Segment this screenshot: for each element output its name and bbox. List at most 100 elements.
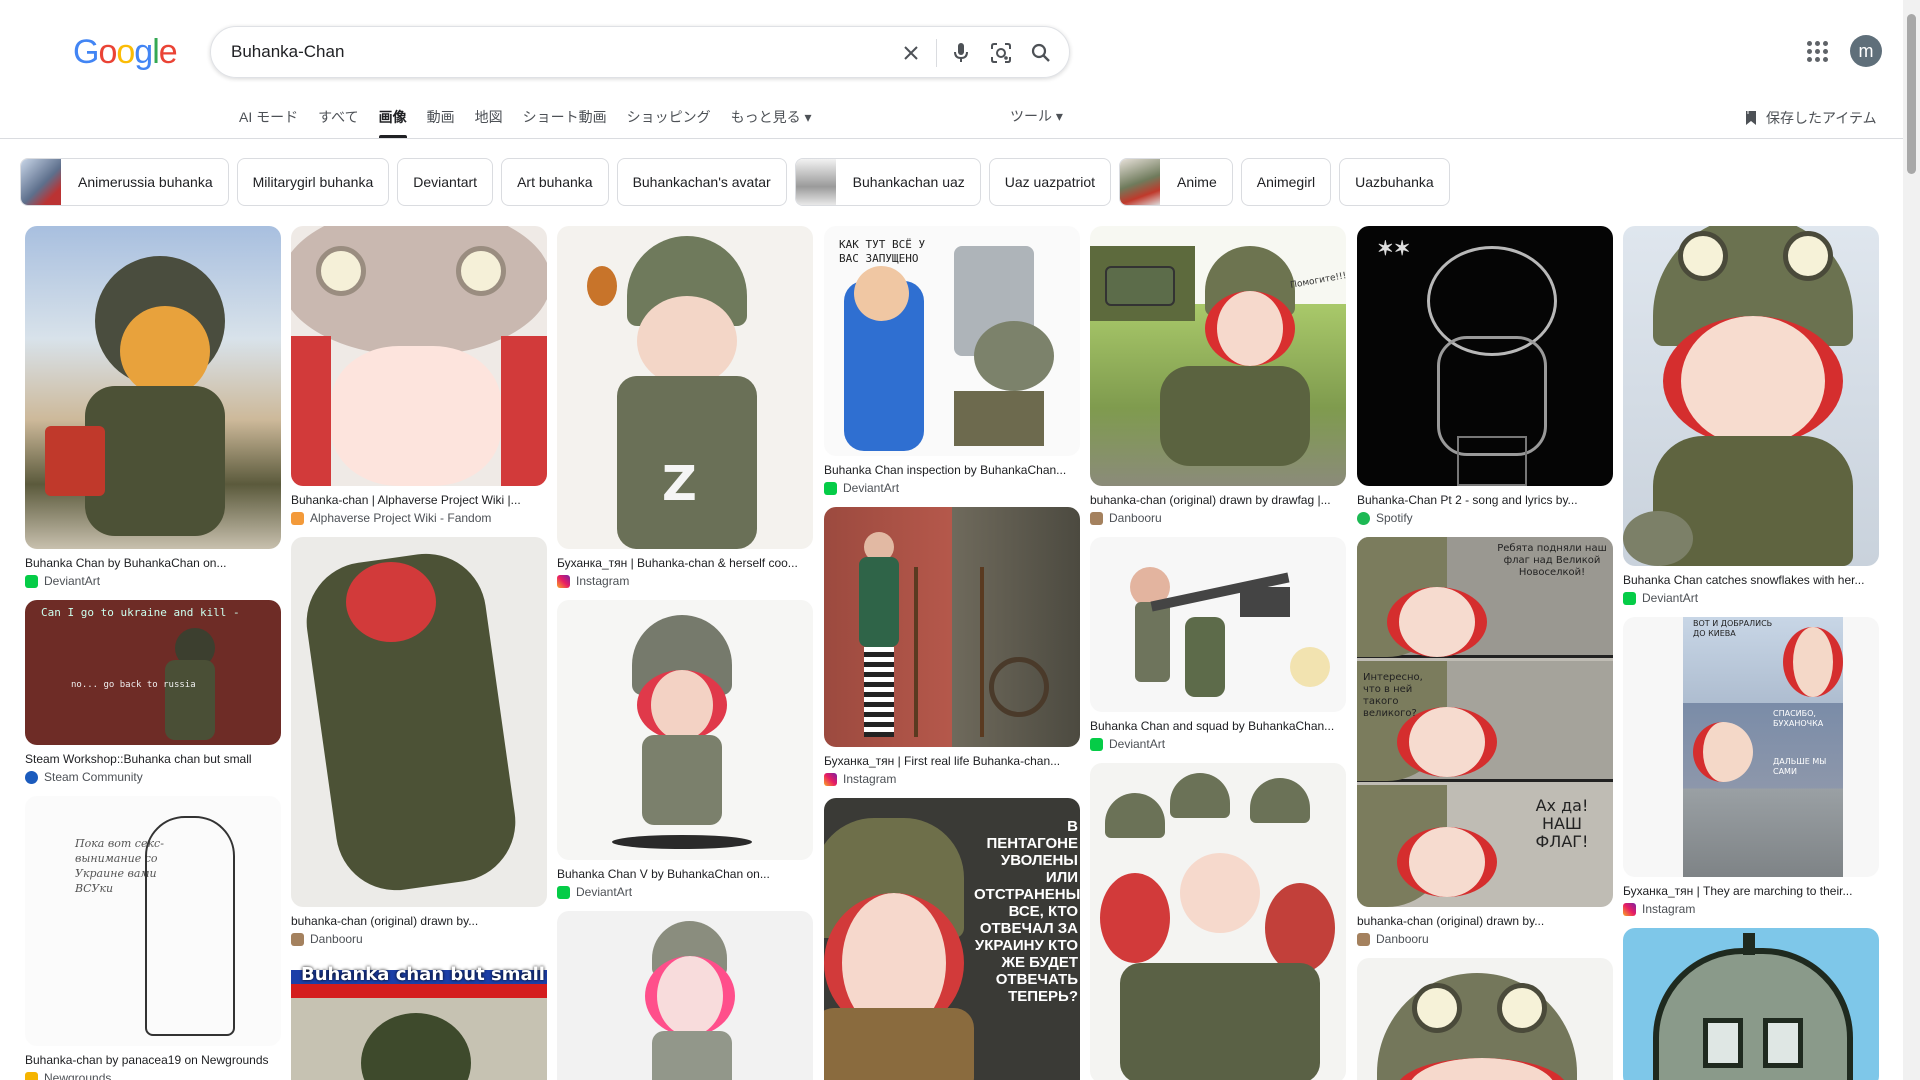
image-result[interactable] [1623,928,1879,1080]
image-result[interactable]: КАК ТУТ ВСЁ У ВАС ЗАПУЩЕНО Buhanka Chan … [824,226,1080,496]
result-caption[interactable]: Buhanka Chan V by BuhankaChan on... [557,867,813,882]
avatar[interactable]: m [1850,35,1882,67]
result-source[interactable]: DeviantArt [557,885,813,900]
result-source[interactable]: DeviantArt [25,574,281,589]
result-image[interactable]: Пока вот секс-вынимание со Украине вами … [25,796,281,1046]
result-source[interactable]: DeviantArt [1090,737,1346,752]
chip-animerussia-buhanka[interactable]: Animerussia buhanka [20,158,229,206]
image-result[interactable]: Помогите!!! buhanka-chan (original) draw… [1090,226,1346,526]
image-result[interactable]: Buhanka-chan | Alphaverse Project Wiki |… [291,226,547,526]
result-image[interactable]: Buhanka chan but small [291,958,547,1080]
result-source[interactable]: Danbooru [1090,511,1346,526]
result-caption[interactable]: Buhanka Chan catches snowflakes with her… [1623,573,1879,588]
image-result[interactable]: Z Буханка_тян | Buhanka-chan & herself c… [557,226,813,589]
google-logo[interactable]: Google [73,33,178,72]
image-result[interactable]: Buhanka chan but small [291,958,547,1080]
tab-shopping[interactable]: ショッピング [617,106,721,138]
result-caption[interactable]: Steam Workshop::Buhanka chan but small [25,752,281,767]
result-image[interactable] [1090,763,1346,1080]
result-image[interactable]: Ребята подняли наш флаг над Великой Ново… [1357,537,1613,907]
result-caption[interactable]: Buhanka Chan inspection by BuhankaChan..… [824,463,1080,478]
result-source[interactable]: Spotify [1357,511,1613,526]
chip-animegirl[interactable]: Animegirl [1240,158,1332,206]
image-result[interactable]: Буханка_тян | First real life Buhanka-ch… [824,507,1080,787]
image-result[interactable]: Can I go to ukraine and kill - no... go … [25,600,281,785]
tab-maps[interactable]: 地図 [465,106,513,138]
result-source[interactable]: Instagram [557,574,813,589]
result-source[interactable]: DeviantArt [1623,591,1879,606]
result-image[interactable] [557,911,813,1080]
result-source[interactable]: Danbooru [291,932,547,947]
chip-uaz-uazpatriot[interactable]: Uaz uazpatriot [988,158,1112,206]
image-result[interactable]: Buhanka Chan and squad by BuhankaChan...… [1090,537,1346,752]
image-result[interactable]: ✶✶ Buhanka-Chan Pt 2 - song and lyrics b… [1357,226,1613,526]
result-source[interactable]: Instagram [824,772,1080,787]
result-caption[interactable]: Buhanka Chan by BuhankaChan on... [25,556,281,571]
tab-ai-mode[interactable]: AI モード [229,106,308,138]
result-image[interactable] [1090,537,1346,712]
result-image[interactable]: ✶✶ [1357,226,1613,486]
result-source[interactable]: Instagram [1623,902,1879,917]
result-caption[interactable]: buhanka-chan (original) drawn by... [291,914,547,929]
result-image[interactable] [1357,958,1613,1080]
clear-icon[interactable] [897,39,925,67]
result-image[interactable]: КАК ТУТ ВСЁ У ВАС ЗАПУЩЕНО [824,226,1080,456]
image-result[interactable] [1357,958,1613,1080]
image-result[interactable]: Пока вот секс-вынимание со Украине вами … [25,796,281,1080]
result-image[interactable]: Z [557,226,813,549]
result-source[interactable]: Danbooru [1357,932,1613,947]
result-caption[interactable]: buhanka-chan (original) drawn by... [1357,914,1613,929]
image-result[interactable]: Buhanka Chan by BuhankaChan on... Devian… [25,226,281,589]
chip-anime[interactable]: Anime [1119,158,1233,206]
result-image[interactable]: ВОТ И ДОБРАЛИСЬ ДО КИЕВА СПАСИБО, БУХАНО… [1623,617,1879,877]
result-source[interactable]: Steam Community [25,770,281,785]
result-caption[interactable]: buhanka-chan (original) drawn by drawfag… [1090,493,1346,508]
result-image[interactable]: Помогите!!! [1090,226,1346,486]
result-caption[interactable]: Буханка_тян | First real life Buhanka-ch… [824,754,1080,769]
search-icon[interactable] [1027,39,1055,67]
tab-images[interactable]: 画像 [369,106,417,138]
result-caption[interactable]: Buhanka-Chan Pt 2 - song and lyrics by..… [1357,493,1613,508]
image-result[interactable]: В ПЕНТАГОНЕ УВОЛЕНЫ ИЛИ ОТСТРАНЕНЫ ВСЕ, … [824,798,1080,1080]
page-scrollbar[interactable] [1903,0,1920,1080]
image-result[interactable]: Buhanka Chan V by BuhankaChan on... Devi… [557,600,813,900]
image-result[interactable]: Ребята подняли наш флаг над Великой Ново… [1357,537,1613,947]
chip-deviantart[interactable]: Deviantart [397,158,494,206]
result-image[interactable] [291,537,547,907]
result-caption[interactable]: Буханка_тян | They are marching to their… [1623,884,1879,899]
result-image[interactable] [25,226,281,549]
result-image[interactable] [1623,226,1879,566]
tab-all[interactable]: すべて [308,106,368,138]
tab-videos[interactable]: 動画 [417,106,465,138]
result-image[interactable] [291,226,547,486]
image-result[interactable]: Buhanka Chan catches snowflakes with her… [1623,226,1879,606]
chip-buhankachan-uaz[interactable]: Buhankachan uaz [794,158,981,206]
result-source[interactable]: DeviantArt [824,481,1080,496]
image-result[interactable] [1090,763,1346,1080]
search-input[interactable]: Buhanka-Chan [231,42,344,62]
tab-more[interactable]: もっと見る ▾ [721,106,822,138]
apps-grid-icon[interactable] [1802,36,1832,66]
image-result[interactable]: ВОТ И ДОБРАЛИСЬ ДО КИЕВА СПАСИБО, БУХАНО… [1623,617,1879,917]
result-caption[interactable]: Buhanka-chan by panacea19 on Newgrounds [25,1053,281,1068]
chip-militarygirl-buhanka[interactable]: Militarygirl buhanka [236,158,390,206]
result-caption[interactable]: Buhanka-chan | Alphaverse Project Wiki |… [291,493,547,508]
result-image[interactable] [1623,928,1879,1080]
result-caption[interactable]: Буханка_тян | Buhanka-chan & herself coo… [557,556,813,571]
lens-icon[interactable] [987,39,1015,67]
result-image[interactable] [824,507,1080,747]
result-image[interactable]: В ПЕНТАГОНЕ УВОЛЕНЫ ИЛИ ОТСТРАНЕНЫ ВСЕ, … [824,798,1080,1080]
tools-button[interactable]: ツール ▾ [1010,106,1063,126]
image-result[interactable]: buhanka-chan (original) drawn by... Danb… [291,537,547,947]
tab-short-videos[interactable]: ショート動画 [513,106,617,138]
search-box[interactable]: Buhanka-Chan [210,26,1070,78]
result-caption[interactable]: Buhanka Chan and squad by BuhankaChan... [1090,719,1346,734]
microphone-icon[interactable] [947,39,975,67]
scrollbar-thumb[interactable] [1907,14,1916,174]
result-image[interactable] [557,600,813,860]
result-image[interactable]: Can I go to ukraine and kill - no... go … [25,600,281,745]
chip-buhankachans-avatar[interactable]: Buhankachan's avatar [616,158,787,206]
saved-items-button[interactable]: 保存したアイテム [1744,108,1877,128]
result-source[interactable]: Newgrounds [25,1071,281,1080]
chip-art-buhanka[interactable]: Art buhanka [501,158,609,206]
